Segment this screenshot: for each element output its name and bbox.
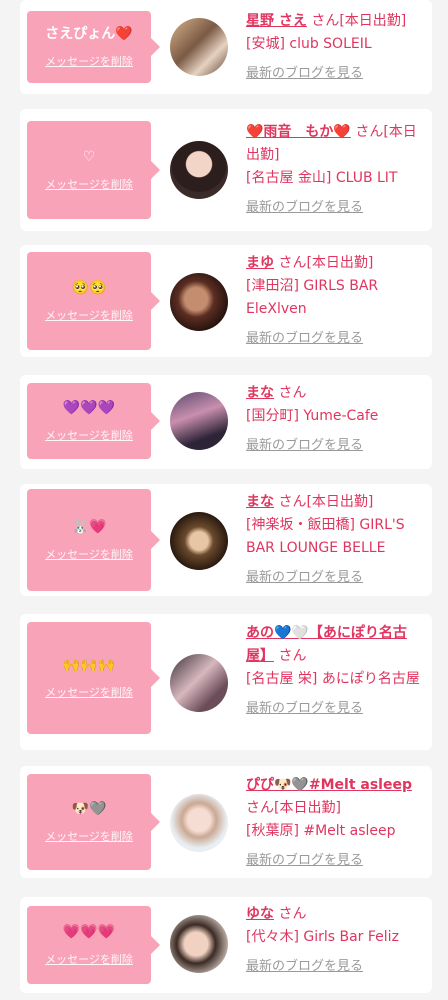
cast-name-link[interactable]: まな [246,385,274,401]
cast-name-link[interactable]: あの💙🤍【あにぽり名古屋】 [246,625,407,664]
message-text: ♡ [82,149,96,165]
cast-info: ぴぴ🐶🩶#Melt asleep さん[本日出勤] [秋葉原] #Melt as… [246,774,426,872]
latest-blog-link[interactable]: 最新のブログを見る [246,196,426,219]
latest-blog-link[interactable]: 最新のブログを見る [246,434,426,457]
delete-message-link[interactable]: メッセージを削除 [45,546,133,562]
avatar[interactable] [170,273,228,331]
avatar[interactable] [170,18,228,76]
delete-message-link[interactable]: メッセージを削除 [45,951,133,967]
shop-name: [神楽坂・飯田橋] GIRL'S BAR LOUNGE BELLE [246,517,405,556]
message-text: 🐶🩶 [71,801,107,817]
message-card: 🐶🩶 メッセージを削除 ぴぴ🐶🩶#Melt asleep さん[本日出勤] [秋… [20,766,432,878]
cast-status: さん[本日出勤] [278,494,374,510]
message-bubble: さえぴょん❤️ メッセージを削除 [27,11,160,83]
delete-message-link[interactable]: メッセージを削除 [45,176,133,192]
message-text: 🥺🥺 [71,280,107,296]
delete-message-link[interactable]: メッセージを削除 [45,828,133,844]
shop-name: [秋葉原] #Melt asleep [246,823,396,839]
message-card: 🐰💗 メッセージを削除 まな さん[本日出勤] [神楽坂・飯田橋] GIRL'S… [20,484,432,596]
avatar[interactable] [170,915,228,973]
cast-info: あの💙🤍【あにぽり名古屋】 さん [名古屋 栄] あにぽり名古屋 最新のブログを… [246,622,426,720]
message-card: 💗💗💗 メッセージを削除 ゆな さん [代々木] Girls Bar Feliz… [20,897,432,993]
cast-status: さん [278,648,307,664]
avatar[interactable] [170,392,228,450]
message-text: 🐰💗 [71,519,107,535]
message-card: 💜💜💜 メッセージを削除 まな さん [国分町] Yume-Cafe 最新のブロ… [20,375,432,469]
message-card: さえぴょん❤️ メッセージを削除 星野 さえ さん[本日出勤] [安城] clu… [20,0,432,94]
latest-blog-link[interactable]: 最新のブログを見る [246,566,426,589]
shop-name: [津田沼] GIRLS BAR EleXlven [246,278,379,317]
avatar[interactable] [170,654,228,712]
cast-name-link[interactable]: ぴぴ🐶🩶#Melt asleep [246,777,412,793]
message-bubble: 💜💜💜 メッセージを削除 [27,383,160,459]
latest-blog-link[interactable]: 最新のブログを見る [246,955,426,978]
message-text: 💜💜💜 [62,400,116,416]
cast-status: さん[本日出勤] [311,13,407,29]
avatar[interactable] [170,512,228,570]
cast-info: ゆな さん [代々木] Girls Bar Feliz 最新のブログを見る [246,903,426,978]
delete-message-link[interactable]: メッセージを削除 [45,307,133,323]
message-bubble: 🥺🥺 メッセージを削除 [27,252,160,350]
delete-message-link[interactable]: メッセージを削除 [45,427,133,443]
latest-blog-link[interactable]: 最新のブログを見る [246,327,426,350]
delete-message-link[interactable]: メッセージを削除 [45,53,133,69]
avatar[interactable] [170,794,228,852]
latest-blog-link[interactable]: 最新のブログを見る [246,62,426,85]
cast-status: さん [278,906,307,922]
cast-status: さん[本日出勤] [246,800,341,816]
delete-message-link[interactable]: メッセージを削除 [45,684,133,700]
shop-name: [国分町] Yume-Cafe [246,408,379,424]
message-bubble: ♡ メッセージを削除 [27,121,160,219]
cast-info: 星野 さえ さん[本日出勤] [安城] club SOLEIL 最新のブログを見… [246,10,426,85]
message-bubble: 🐶🩶 メッセージを削除 [27,774,160,870]
message-text: 🙌🙌🙌 [62,657,116,673]
cast-status: さん [278,385,307,401]
latest-blog-link[interactable]: 最新のブログを見る [246,849,426,872]
message-bubble: 🐰💗 メッセージを削除 [27,489,160,591]
cast-info: まな さん [国分町] Yume-Cafe 最新のブログを見る [246,382,426,457]
avatar[interactable] [170,141,228,199]
shop-name: [名古屋 金山] CLUB LIT [246,170,398,186]
cast-info: ❤️雨音 もか❤️ さん[本日出勤] [名古屋 金山] CLUB LIT 最新の… [246,121,426,219]
cast-name-link[interactable]: ゆな [246,906,274,922]
shop-name: [安城] club SOLEIL [246,36,372,52]
message-card: 🥺🥺 メッセージを削除 まゆ さん[本日出勤] [津田沼] GIRLS BAR … [20,245,432,357]
message-card: ♡ メッセージを削除 ❤️雨音 もか❤️ さん[本日出勤] [名古屋 金山] C… [20,109,432,231]
latest-blog-link[interactable]: 最新のブログを見る [246,697,426,720]
cast-name-link[interactable]: まな [246,494,274,510]
message-bubble: 🙌🙌🙌 メッセージを削除 [27,622,160,734]
message-bubble: 💗💗💗 メッセージを削除 [27,906,160,984]
cast-info: まゆ さん[本日出勤] [津田沼] GIRLS BAR EleXlven 最新の… [246,252,426,350]
shop-name: [代々木] Girls Bar Feliz [246,929,399,945]
message-text: さえぴょん❤️ [45,26,133,42]
cast-info: まな さん[本日出勤] [神楽坂・飯田橋] GIRL'S BAR LOUNGE … [246,491,426,589]
cast-name-link[interactable]: まゆ [246,255,274,271]
cast-status: さん[本日出勤] [278,255,374,271]
cast-name-link[interactable]: ❤️雨音 もか❤️ [246,124,351,140]
message-text: 💗💗💗 [62,924,116,940]
shop-name: [名古屋 栄] あにぽり名古屋 [246,671,420,687]
cast-name-link[interactable]: 星野 さえ [246,13,307,29]
message-card: 🙌🙌🙌 メッセージを削除 あの💙🤍【あにぽり名古屋】 さん [名古屋 栄] あに… [20,614,432,750]
